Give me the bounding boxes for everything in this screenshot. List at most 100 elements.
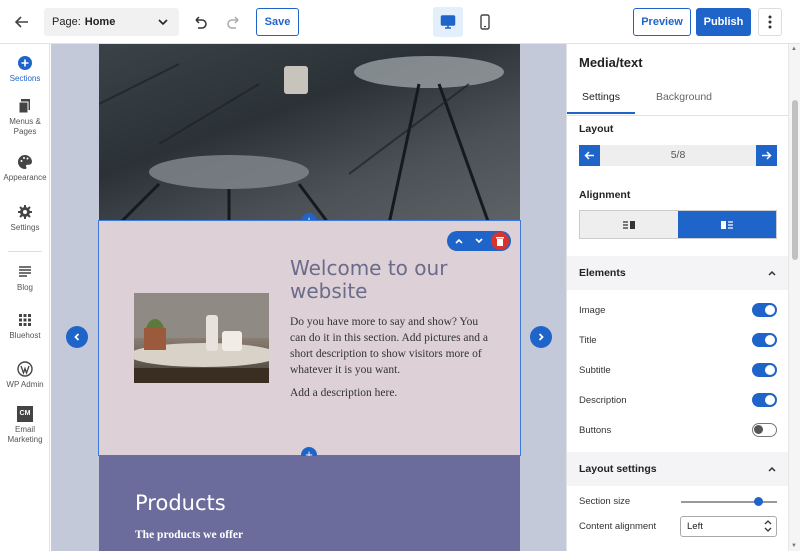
align-image-text-icon[interactable] bbox=[678, 211, 776, 238]
move-down-icon[interactable] bbox=[471, 233, 487, 249]
nav-item-label: Blog bbox=[16, 283, 33, 292]
description-toggle[interactable] bbox=[752, 393, 777, 407]
page-selector-value: Home bbox=[84, 16, 116, 28]
coffee-table-image bbox=[134, 293, 269, 383]
scroll-down-icon[interactable]: ▼ bbox=[791, 543, 797, 549]
chevron-up-icon bbox=[768, 466, 776, 472]
nav-item-label-line2: Pages bbox=[13, 127, 37, 136]
toggle-row-description: Description bbox=[579, 391, 777, 411]
toggle-label: Title bbox=[579, 335, 597, 346]
more-options-icon[interactable] bbox=[758, 8, 782, 36]
panel-title: Media/text bbox=[579, 55, 643, 70]
arrow-right-icon[interactable] bbox=[756, 145, 777, 166]
nav-item-label: Settings bbox=[10, 223, 40, 232]
tab-settings[interactable]: Settings bbox=[567, 80, 635, 114]
section-size-slider-thumb[interactable] bbox=[753, 497, 763, 506]
toggle-label: Buttons bbox=[579, 425, 612, 436]
elements-label: Elements bbox=[579, 267, 626, 279]
top-bar: Page: Home Save Preview Publish bbox=[0, 0, 800, 44]
scroll-up-icon[interactable]: ▲ bbox=[791, 46, 797, 52]
tabs-divider bbox=[567, 115, 789, 116]
section-toolbar bbox=[447, 231, 511, 251]
nav-item-menus-pages[interactable]: Menus & Pages bbox=[0, 98, 50, 137]
mobile-view-icon[interactable] bbox=[470, 7, 500, 37]
trash-icon[interactable] bbox=[491, 232, 509, 250]
section-description[interactable]: Do you have more to say and show? You ca… bbox=[290, 314, 495, 378]
layout-settings-group-header[interactable]: Layout settings bbox=[567, 452, 789, 486]
nav-item-appearance[interactable]: Appearance bbox=[0, 154, 50, 183]
nav-item-label: Bluehost bbox=[9, 331, 41, 340]
nav-item-sections[interactable]: Sections bbox=[0, 55, 50, 84]
content-alignment-select[interactable]: Left bbox=[680, 516, 777, 537]
move-up-icon[interactable] bbox=[451, 233, 467, 249]
nav-item-label: Appearance bbox=[3, 173, 47, 182]
section-size-label: Section size bbox=[579, 496, 631, 507]
nav-item-label: Sections bbox=[9, 74, 41, 83]
chevron-down-icon bbox=[158, 19, 168, 26]
nav-item-settings[interactable]: Settings bbox=[0, 204, 50, 233]
redo-icon[interactable] bbox=[222, 10, 246, 34]
left-nav: Sections Menus & Pages Appearance Settin… bbox=[0, 44, 50, 551]
section-image[interactable] bbox=[134, 293, 269, 383]
toggle-row-image: Image bbox=[579, 301, 777, 321]
buttons-toggle[interactable] bbox=[752, 423, 777, 437]
nav-item-label: WP Admin bbox=[6, 380, 44, 389]
alignment-toggle bbox=[579, 210, 777, 239]
grid-icon bbox=[19, 314, 31, 326]
undo-icon[interactable] bbox=[188, 10, 212, 34]
products-section[interactable]: Products The products we offer bbox=[99, 456, 520, 551]
up-down-chevron-icon bbox=[764, 520, 772, 532]
image-toggle[interactable] bbox=[752, 303, 777, 317]
subtitle-toggle[interactable] bbox=[752, 363, 777, 377]
next-layout-arrow-icon[interactable] bbox=[530, 326, 552, 348]
toggle-label: Subtitle bbox=[579, 365, 611, 376]
nav-item-wp-admin[interactable]: WP Admin bbox=[0, 361, 50, 390]
panel-scrollbar[interactable]: ▲ ▼ bbox=[788, 44, 800, 551]
toggle-label: Description bbox=[579, 395, 627, 406]
section-description-2[interactable]: Add a description here. bbox=[290, 387, 495, 399]
previous-layout-arrow-icon[interactable] bbox=[66, 326, 88, 348]
toggle-row-title: Title bbox=[579, 331, 777, 351]
preview-button[interactable]: Preview bbox=[633, 8, 691, 36]
editor-canvas: + Welcome to our website Do you have mor… bbox=[51, 44, 566, 551]
title-toggle[interactable] bbox=[752, 333, 777, 347]
palette-icon bbox=[18, 155, 32, 169]
nav-item-label: Email bbox=[14, 425, 35, 434]
nav-divider bbox=[8, 251, 42, 252]
page-selector[interactable]: Page: Home bbox=[44, 8, 179, 36]
pages-icon bbox=[18, 99, 30, 114]
scrollbar-thumb[interactable] bbox=[792, 100, 798, 260]
nav-item-bluehost[interactable]: Bluehost bbox=[0, 312, 50, 341]
nav-item-blog[interactable]: Blog bbox=[0, 264, 50, 293]
nav-item-label: Menus & bbox=[9, 117, 41, 126]
publish-button[interactable]: Publish bbox=[696, 8, 751, 36]
media-text-section[interactable]: Welcome to our website Do you have more … bbox=[98, 220, 521, 456]
hero-photo bbox=[99, 44, 520, 220]
page-selector-label: Page: bbox=[52, 16, 81, 28]
tab-background[interactable]: Background bbox=[645, 80, 723, 114]
gear-icon bbox=[18, 205, 32, 219]
layout-settings-label: Layout settings bbox=[579, 463, 657, 475]
nav-item-email-marketing[interactable]: CM Email Marketing bbox=[0, 406, 50, 445]
alignment-label: Alignment bbox=[579, 189, 631, 201]
plus-circle-icon bbox=[18, 56, 32, 70]
section-title[interactable]: Welcome to our website bbox=[290, 257, 490, 303]
cm-icon: CM bbox=[17, 406, 33, 422]
save-button[interactable]: Save bbox=[256, 8, 299, 36]
layout-label: Layout bbox=[579, 123, 614, 135]
align-text-image-icon[interactable] bbox=[580, 211, 678, 238]
products-subtitle[interactable]: The products we offer bbox=[135, 529, 243, 541]
content-alignment-label: Content alignment bbox=[579, 521, 657, 532]
layout-value: 5/8 bbox=[670, 149, 686, 161]
layout-stepper: 5/8 bbox=[579, 145, 777, 166]
wordpress-icon bbox=[17, 361, 33, 377]
arrow-left-icon[interactable] bbox=[579, 145, 600, 166]
desktop-view-icon[interactable] bbox=[433, 7, 463, 37]
products-title[interactable]: Products bbox=[135, 491, 226, 515]
nav-item-label-line2: Marketing bbox=[7, 435, 43, 444]
chevron-up-icon bbox=[768, 270, 776, 276]
elements-group-header[interactable]: Elements bbox=[567, 256, 789, 290]
toggle-label: Image bbox=[579, 305, 606, 316]
properties-panel: Media/text Settings Background Layout 5/… bbox=[566, 44, 789, 551]
back-arrow-icon[interactable] bbox=[10, 10, 34, 34]
